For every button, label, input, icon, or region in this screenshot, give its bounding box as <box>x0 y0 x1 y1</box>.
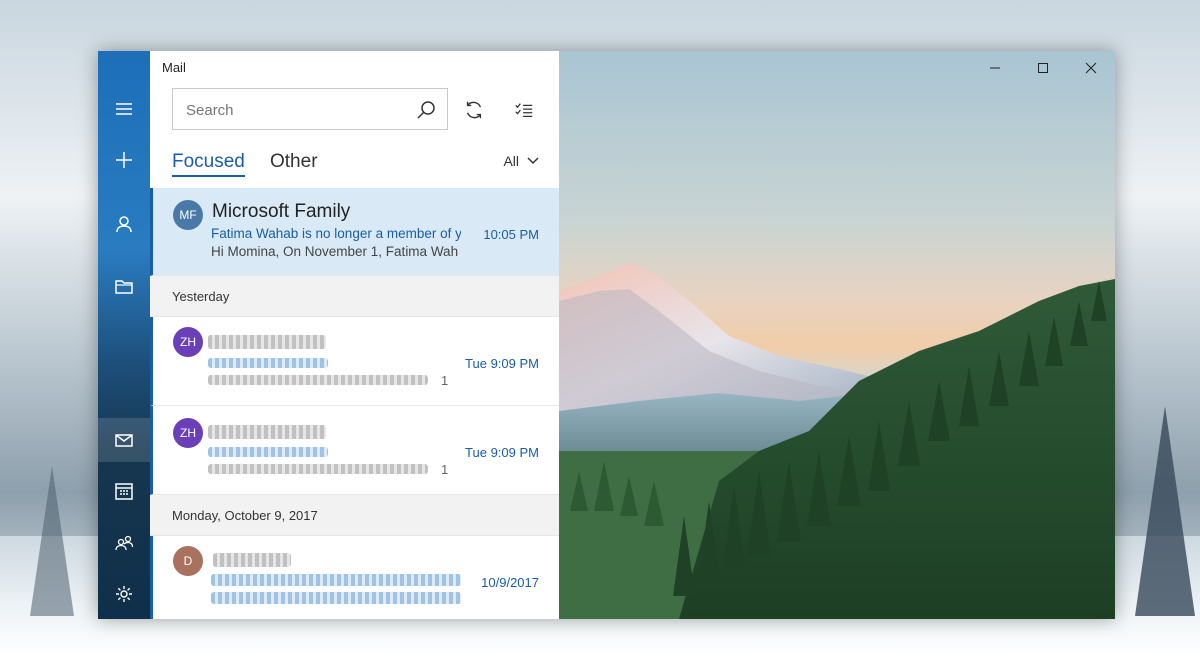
message-preview: Hi Momina, On November 1, Fatima Wah <box>211 244 459 259</box>
redacted-sender <box>208 335 326 349</box>
selection-mode-button[interactable] <box>510 96 538 124</box>
redacted-preview <box>211 592 461 604</box>
filter-label: All <box>503 153 519 169</box>
settings-button[interactable] <box>98 572 150 616</box>
message-time: 10/9/2017 <box>481 575 539 590</box>
mail-button[interactable] <box>98 418 150 462</box>
menu-icon <box>116 103 132 115</box>
settings-icon <box>116 586 132 602</box>
navigation-rail <box>98 51 150 619</box>
message-count: 1 <box>441 373 449 388</box>
message-subject: Fatima Wahab is no longer a member of y <box>211 226 461 241</box>
people-icon <box>115 535 134 551</box>
message-sender: Microsoft Family <box>212 201 351 222</box>
search-icon[interactable] <box>415 99 437 121</box>
redacted-subject <box>208 358 328 368</box>
avatar: D <box>173 546 203 576</box>
list-item[interactable]: D 10/9/2017 <box>150 536 559 619</box>
tab-focused[interactable]: Focused <box>172 151 245 177</box>
message-list-pane: Mail Focused Other All <box>150 51 559 619</box>
list-item[interactable]: ZH 1 Tue 9:09 PM <box>150 317 559 406</box>
minimize-button[interactable] <box>971 51 1019 85</box>
maximize-icon <box>1038 63 1048 73</box>
search-input[interactable] <box>184 99 408 121</box>
minimize-icon <box>990 67 1000 69</box>
message-time: Tue 9:09 PM <box>465 356 539 371</box>
folders-icon <box>115 280 133 294</box>
window-controls <box>971 51 1115 85</box>
message-count: 1 <box>441 462 449 477</box>
redacted-preview <box>208 375 428 385</box>
menu-button[interactable] <box>98 87 150 131</box>
message-time: Tue 9:09 PM <box>465 445 539 460</box>
avatar: MF <box>173 200 203 230</box>
account-button[interactable] <box>98 202 150 246</box>
tab-other[interactable]: Other <box>270 151 318 173</box>
redacted-subject <box>208 447 328 457</box>
desktop-tree <box>1135 406 1195 616</box>
date-group-header: Yesterday <box>150 276 559 317</box>
account-icon <box>116 216 132 233</box>
mail-window: Mail Focused Other All <box>98 51 1115 619</box>
redacted-preview <box>208 464 428 474</box>
checklist-icon <box>515 103 533 118</box>
landscape-image <box>559 263 1115 619</box>
calendar-button[interactable] <box>98 469 150 513</box>
folders-button[interactable] <box>98 265 150 309</box>
reading-pane <box>559 51 1115 619</box>
maximize-button[interactable] <box>1019 51 1067 85</box>
avatar: ZH <box>173 327 203 357</box>
redacted-sender <box>213 553 291 567</box>
chevron-down-icon <box>527 157 539 165</box>
filter-dropdown[interactable]: All <box>503 153 539 169</box>
desktop-tree <box>30 466 74 616</box>
avatar: ZH <box>173 418 203 448</box>
list-item[interactable]: MF Microsoft Family Fatima Wahab is no l… <box>150 188 559 276</box>
close-button[interactable] <box>1067 51 1115 85</box>
list-item[interactable]: ZH 1 Tue 9:09 PM <box>150 406 559 495</box>
close-icon <box>1085 62 1097 74</box>
message-list: MF Microsoft Family Fatima Wahab is no l… <box>150 188 559 619</box>
mail-icon <box>115 434 133 447</box>
sync-button[interactable] <box>460 96 488 124</box>
date-group-header: Monday, October 9, 2017 <box>150 495 559 536</box>
search-box[interactable] <box>172 88 448 130</box>
new-mail-icon <box>116 152 132 168</box>
redacted-sender <box>208 425 326 439</box>
new-mail-button[interactable] <box>98 138 150 182</box>
message-time: 10:05 PM <box>483 227 539 242</box>
app-title: Mail <box>162 60 186 75</box>
redacted-subject <box>211 574 461 586</box>
sync-icon <box>466 101 482 119</box>
calendar-icon <box>115 483 133 500</box>
people-button[interactable] <box>98 521 150 565</box>
